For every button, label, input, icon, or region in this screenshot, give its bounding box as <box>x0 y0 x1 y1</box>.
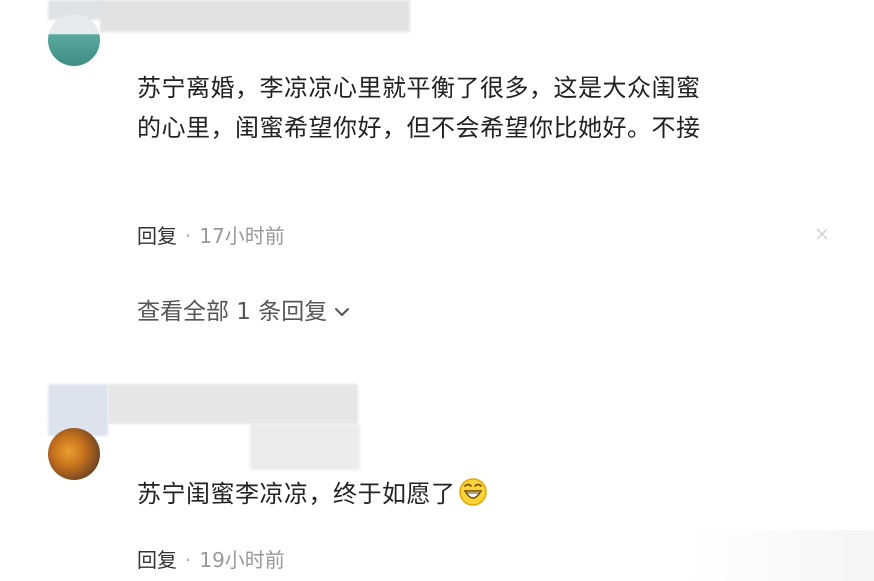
close-icon[interactable] <box>812 226 832 246</box>
view-all-replies-label: 查看全部 1 条回复 <box>137 299 328 325</box>
meta-separator: · <box>185 548 192 572</box>
comment-thread: 苏宁离婚，李凉凉心里就平衡了很多，这是大众闺蜜 的心里，闺蜜希望你好，但不会希望… <box>0 0 874 581</box>
comment-body-line-2: 的心里，闺蜜希望你好，但不会希望你比她好。不接 <box>137 114 701 142</box>
meta-separator: · <box>185 224 192 248</box>
comment-body: 苏宁闺蜜李凉凉，终于如愿了 <box>137 474 488 514</box>
chevron-down-icon <box>335 308 350 316</box>
reply-button[interactable]: 回复 <box>137 548 177 572</box>
view-all-replies-button[interactable]: 查看全部 1 条回复 <box>137 296 351 328</box>
comment-body-line-1: 苏宁离婚，李凉凉心里就平衡了很多，这是大众闺蜜 <box>137 74 701 102</box>
avatar[interactable] <box>48 428 100 480</box>
comment-body-text: 苏宁闺蜜李凉凉，终于如愿了 <box>137 480 456 508</box>
comment-meta: 回复 · 17小时前 <box>137 222 285 250</box>
redacted-username <box>100 0 410 32</box>
comment-timestamp: 17小时前 <box>199 224 285 248</box>
avatar[interactable] <box>48 14 100 66</box>
bottom-fade <box>690 530 874 581</box>
redacted-username <box>108 384 358 424</box>
grinning-face-emoji-icon <box>458 478 487 506</box>
redacted-header-area <box>250 424 360 470</box>
comment-meta: 回复 · 19小时前 <box>137 546 285 574</box>
close-icon-glyph <box>816 228 828 240</box>
comment-body: 苏宁离婚，李凉凉心里就平衡了很多，这是大众闺蜜 的心里，闺蜜希望你好，但不会希望… <box>137 68 701 148</box>
comment-timestamp: 19小时前 <box>199 548 285 572</box>
reply-button[interactable]: 回复 <box>137 224 177 248</box>
